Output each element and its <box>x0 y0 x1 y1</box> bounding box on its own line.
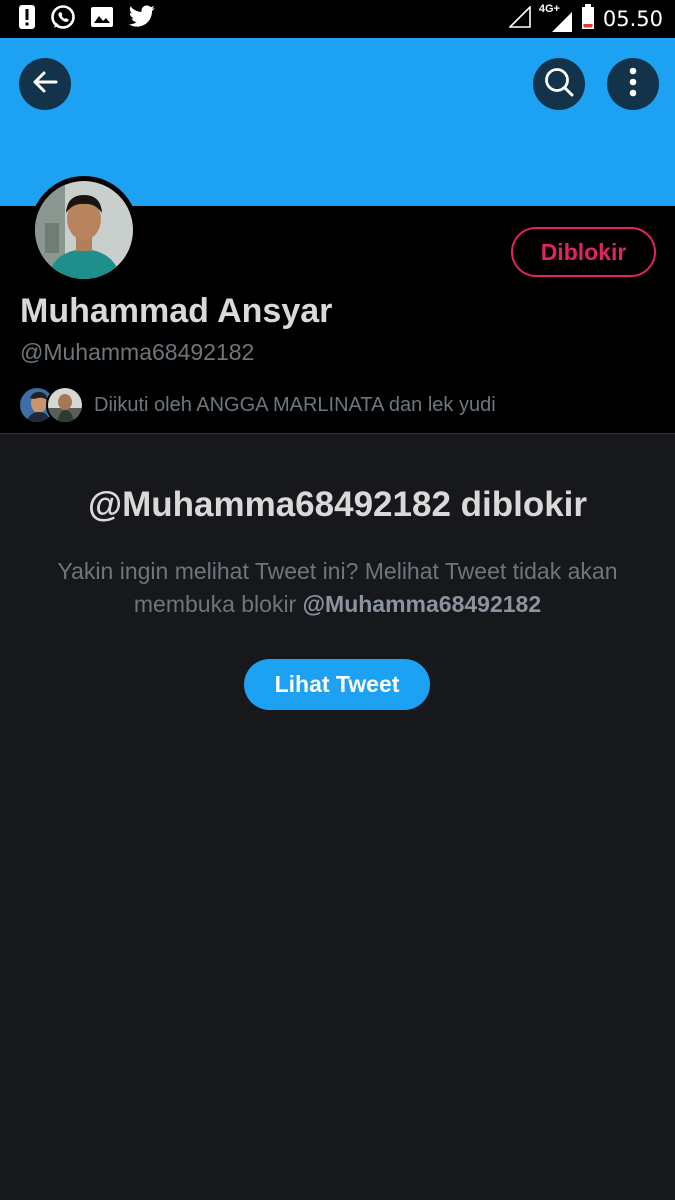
blocked-message-handle: @Muhamma68492182 <box>302 591 542 617</box>
clock: 05.50 <box>602 7 663 31</box>
image-icon <box>90 6 114 33</box>
followed-by-text: Diikuti oleh ANGGA MARLINATA dan lek yud… <box>94 393 496 416</box>
blocked-button[interactable]: Diblokir <box>511 227 656 277</box>
twitter-icon <box>128 4 156 34</box>
more-vertical-icon <box>629 67 637 102</box>
avatar[interactable] <box>30 176 138 284</box>
alert-icon <box>18 4 36 35</box>
search-icon <box>543 66 575 103</box>
back-button[interactable] <box>19 58 71 110</box>
blocked-title: @Muhamma68492182 diblokir <box>87 485 588 524</box>
back-arrow-icon <box>31 68 59 101</box>
battery-icon <box>581 3 595 35</box>
view-tweets-button[interactable]: Lihat Tweet <box>244 659 430 710</box>
search-button[interactable] <box>533 58 585 110</box>
signal-empty-icon <box>507 4 531 33</box>
divider <box>0 433 675 434</box>
more-options-button[interactable] <box>607 58 659 110</box>
followed-by[interactable]: Diikuti oleh ANGGA MARLINATA dan lek yud… <box>18 386 496 424</box>
follower-avatar <box>46 386 84 424</box>
status-bar: 4G+ 05.50 <box>0 0 675 38</box>
whatsapp-icon <box>50 4 76 35</box>
user-handle: @Muhamma68492182 <box>20 339 255 365</box>
blocked-message: Yakin ingin melihat Tweet ini? Melihat T… <box>40 555 635 621</box>
signal-4g-icon: 4G+ <box>539 3 573 33</box>
display-name: Muhammad Ansyar <box>20 292 333 330</box>
